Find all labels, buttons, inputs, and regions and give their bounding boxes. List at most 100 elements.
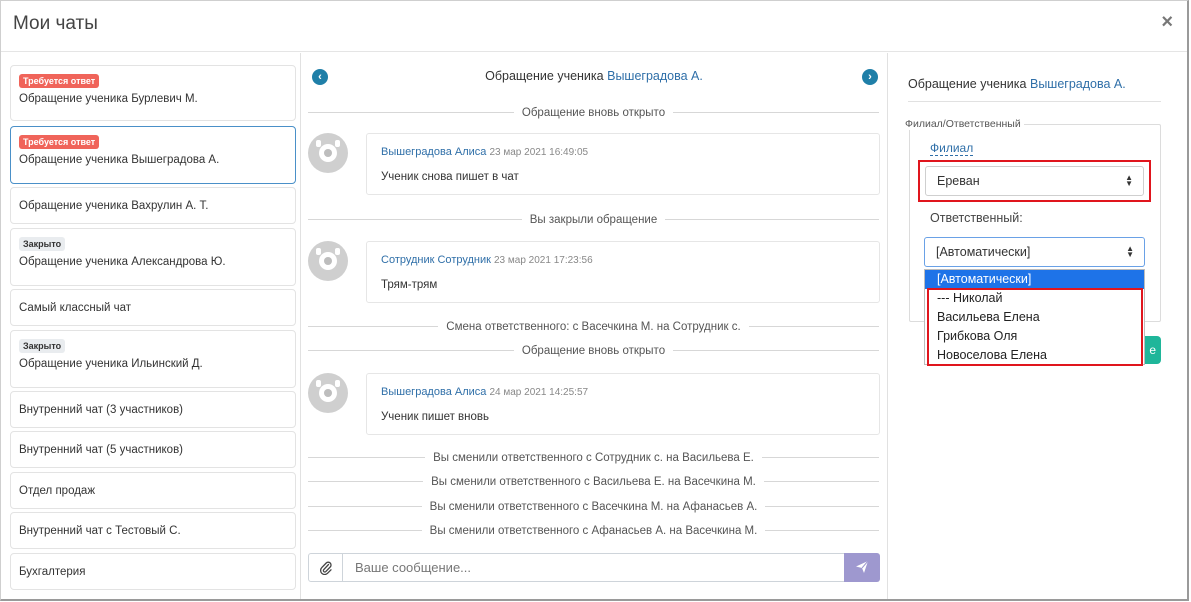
chat-list-item[interactable]: Обращение ученика Вахрулин А. Т.	[10, 187, 296, 224]
fieldset-legend: Филиал/Ответственный	[902, 118, 1024, 130]
message-bubble: Вышеградова Алиса 24 мар 2021 14:25:57 Уч…	[366, 373, 880, 435]
system-event: Вы сменили ответственного с Сотрудник с.…	[308, 450, 879, 464]
chat-list-item[interactable]: Отдел продаж	[10, 472, 296, 509]
system-event-text-wrap: Вы сменили ответственного с Сотрудник с.…	[308, 450, 879, 464]
chat-name: Внутренний чат (5 участников)	[19, 443, 184, 456]
system-event-text-wrap: Вы закрыли обращение	[308, 212, 879, 226]
message-input[interactable]	[342, 553, 845, 582]
chat-name: Отдел продаж	[19, 484, 96, 497]
system-event-text-wrap: Обращение вновь открыто	[308, 105, 879, 119]
modal-header: Мои чаты ×	[1, 1, 1187, 52]
branch-link[interactable]: Филиал	[930, 141, 974, 156]
chat-list-item[interactable]: Требуется ответ Обращение ученика Вышегра…	[10, 126, 296, 184]
system-event: Вы сменили ответственного с Васильева Е.…	[308, 474, 879, 488]
system-event-text: Обращение вновь открыто	[513, 107, 674, 119]
message-time: 24 мар 2021 14:25:57	[489, 387, 589, 398]
paper-plane-icon[interactable]	[844, 553, 880, 582]
system-event-text: Вы сменили ответственного с Сотрудник с.…	[425, 452, 762, 464]
status-badge: Требуется ответ	[19, 74, 100, 88]
chat-name: Обращение ученика Александрова Ю.	[19, 256, 226, 268]
chat-list-item[interactable]: Закрыто Обращение ученика Александрова Ю.	[10, 228, 296, 286]
avatar-eye	[319, 144, 337, 162]
message-text: Трям-трям	[381, 279, 438, 291]
status-badge: Требуется ответ	[19, 135, 100, 149]
message-bubble: Вышеградова Алиса 23 мар 2021 16:49:05 Уч…	[366, 133, 880, 195]
avatar	[308, 133, 348, 173]
chat-name: Обращение ученика Ильинский Д.	[19, 358, 203, 370]
avatar	[308, 241, 348, 281]
system-event: Вы сменили ответственного с Васечкина М.…	[308, 499, 879, 513]
avatar-ear	[335, 380, 340, 387]
chat-list-item[interactable]: Бухгалтерия	[10, 553, 296, 590]
message-meta: Вышеградова Алиса 23 мар 2021 16:49:05	[381, 146, 588, 158]
dropdown-highlight-box	[927, 288, 1143, 366]
status-badge: Закрыто	[19, 237, 66, 251]
system-event-text-wrap: Вы сменили ответственного с Васильева Е.…	[308, 474, 879, 488]
details-title-link[interactable]: Вышеградова А.	[1030, 77, 1126, 91]
details-title: Обращение ученика Вышеградова А.	[908, 77, 1161, 102]
chat-name: Обращение ученика Вахрулин А. Т.	[19, 199, 209, 212]
system-event: Смена ответственного: с Васечкина М. на …	[308, 319, 879, 333]
chat-name: Обращение ученика Бурлевич М.	[19, 93, 198, 105]
avatar	[308, 373, 348, 413]
message-author[interactable]: Сотрудник Сотрудник	[381, 254, 491, 266]
paperclip-icon[interactable]	[308, 553, 343, 582]
message-meta: Сотрудник Сотрудник 23 мар 2021 17:23:56	[381, 254, 593, 266]
system-event: Вы закрыли обращение	[308, 212, 879, 226]
responsible-label: Ответственный:	[930, 211, 1023, 225]
my-chats-modal: Мои чаты × Требуется ответ Обращение учен…	[0, 0, 1189, 601]
chat-list-item[interactable]: Внутренний чат (3 участников)	[10, 391, 296, 428]
avatar-ear	[335, 140, 340, 147]
chat-name: Самый классный чат	[19, 301, 132, 314]
message-text: Ученик пишет вновь	[381, 411, 490, 423]
system-event-text-wrap: Вы сменили ответственного с Васечкина М.…	[308, 499, 879, 513]
system-event-text: Смена ответственного: с Васечкина М. на …	[438, 321, 749, 333]
conversation-title: Обращение ученика Вышеградова А.	[301, 69, 887, 83]
message-time: 23 мар 2021 17:23:56	[494, 255, 593, 266]
status-badge: Закрыто	[19, 339, 66, 353]
system-event-text: Вы закрыли обращение	[521, 214, 666, 226]
message-bubble: Сотрудник Сотрудник 23 мар 2021 17:23:56…	[366, 241, 880, 303]
message-author[interactable]: Вышеградова Алиса	[381, 146, 486, 158]
responsible-select-value: [Автоматически]	[936, 245, 1031, 259]
message-text: Ученик снова пишет в чат	[381, 171, 519, 183]
conversation-title-link[interactable]: Вышеградова А.	[607, 69, 703, 83]
dropdown-option[interactable]: [Автоматически]	[925, 270, 1144, 289]
details-title-prefix: Обращение ученика	[908, 77, 1027, 91]
avatar-ear	[316, 380, 321, 387]
system-event-text-wrap: Вы сменили ответственного с Афанасьев А.…	[308, 523, 879, 537]
avatar-ear	[316, 248, 321, 255]
system-event: Вы сменили ответственного с Афанасьев А.…	[308, 523, 879, 537]
branch-highlight-box	[918, 160, 1151, 202]
conversation-panel: ‹ Обращение ученика Вышеградова А. › Обр…	[301, 53, 888, 599]
avatar-eye	[319, 384, 337, 402]
chat-list-item[interactable]: Закрыто Обращение ученика Ильинский Д.	[10, 330, 296, 388]
chat-list-item[interactable]: Требуется ответ Обращение ученика Бурлеви…	[10, 65, 296, 121]
message-time: 23 мар 2021 16:49:05	[489, 147, 589, 158]
chat-list-item[interactable]: Самый классный чат	[10, 289, 296, 326]
system-event-text: Обращение вновь открыто	[513, 345, 674, 357]
system-event-text: Вы сменили ответственного с Афанасьев А.…	[421, 525, 766, 537]
avatar-eye	[319, 252, 337, 270]
modal-title: Мои чаты	[13, 13, 98, 34]
system-event-text: Вы сменили ответственного с Васильева Е.…	[423, 476, 764, 488]
chat-name: Внутренний чат (3 участников)	[19, 403, 184, 416]
responsible-select[interactable]: [Автоматически] ▲ ▼	[924, 237, 1145, 267]
system-event-text: Вы сменили ответственного с Васечкина М.…	[421, 501, 766, 513]
close-icon[interactable]: ×	[1161, 11, 1173, 34]
message-composer	[308, 553, 880, 582]
avatar-ear	[316, 140, 321, 147]
chat-name: Обращение ученика Вышеградова А.	[19, 154, 220, 166]
message-author[interactable]: Вышеградова Алиса	[381, 386, 486, 398]
system-event: Обращение вновь открыто	[308, 105, 879, 119]
conversation-title-prefix: Обращение ученика	[485, 69, 604, 83]
chevron-right-icon[interactable]: ›	[862, 69, 878, 85]
system-event: Обращение вновь открыто	[308, 343, 879, 357]
chat-list-item[interactable]: Внутренний чат с Тестовый С.	[10, 512, 296, 549]
chat-name: Внутренний чат с Тестовый С.	[19, 524, 181, 537]
chat-list-item[interactable]: Внутренний чат (5 участников)	[10, 431, 296, 468]
chat-name: Бухгалтерия	[19, 565, 86, 578]
system-event-text-wrap: Смена ответственного: с Васечкина М. на …	[308, 319, 879, 333]
avatar-ear	[335, 248, 340, 255]
system-event-text-wrap: Обращение вновь открыто	[308, 343, 879, 357]
